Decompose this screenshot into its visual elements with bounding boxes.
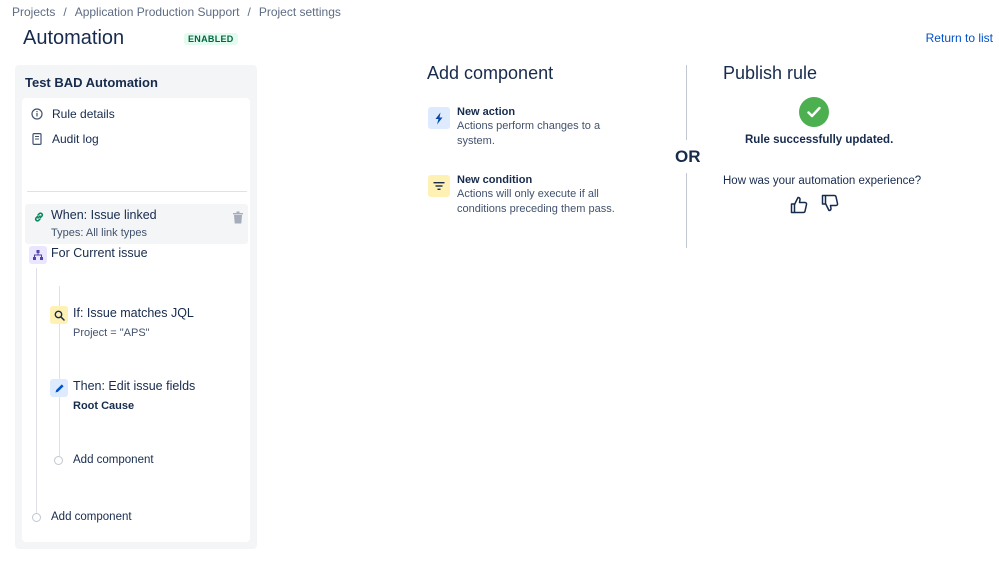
trigger-title: When: Issue linked (51, 208, 157, 222)
rule-details-label: Rule details (52, 107, 115, 121)
feedback-question: How was your automation experience? (723, 175, 922, 187)
rule-details-item[interactable]: Rule details (30, 107, 115, 121)
publish-rule-title: Publish rule (723, 63, 818, 83)
page-title: Automation (23, 27, 125, 49)
rule-name: Test BAD Automation (25, 75, 158, 90)
return-to-list-link[interactable]: Return to list (926, 31, 993, 45)
rule-card: Rule details Audit log When: Issue linke… (22, 98, 250, 542)
breadcrumb-project-settings[interactable]: Project settings (259, 5, 341, 19)
new-action-title: New action (457, 106, 516, 118)
lightning-icon (428, 107, 450, 129)
trash-icon[interactable] (229, 208, 247, 226)
breadcrumb-projects[interactable]: Projects (12, 5, 55, 19)
breadcrumb-separator: / (63, 5, 67, 19)
filter-icon (428, 175, 450, 197)
rule-panel: Test BAD Automation Rule details Audit l… (15, 65, 257, 549)
audit-log-item[interactable]: Audit log (30, 132, 99, 146)
breadcrumb-project[interactable]: Application Production Support (75, 5, 240, 19)
success-message: Rule successfully updated. (745, 134, 894, 146)
document-icon (30, 132, 44, 146)
add-component-outer-link[interactable]: Add component (51, 511, 132, 523)
divider (27, 191, 247, 192)
search-icon (50, 306, 68, 324)
thumbs-down-icon[interactable] (820, 193, 840, 213)
hierarchy-icon (29, 246, 47, 264)
condition-title[interactable]: If: Issue matches JQL (73, 306, 194, 320)
add-component-inner-link[interactable]: Add component (73, 454, 154, 466)
trigger-subtitle: Types: All link types (51, 227, 147, 239)
condition-subtitle: Project = "APS" (73, 327, 150, 339)
or-label: OR (675, 147, 701, 166)
add-component-title: Add component (427, 63, 554, 83)
link-icon (30, 208, 48, 226)
or-divider-line (686, 173, 687, 248)
breadcrumb-separator: / (247, 5, 251, 19)
add-component-dot (32, 513, 41, 522)
add-component-dot (54, 456, 63, 465)
status-badge: ENABLED (184, 33, 238, 45)
branch-title[interactable]: For Current issue (51, 246, 148, 260)
checkmark-icon (799, 97, 829, 127)
new-action-description: Actions perform changes to a system. (457, 120, 601, 147)
audit-log-label: Audit log (52, 132, 99, 146)
trigger-component[interactable]: When: Issue linked Types: All link types (25, 204, 248, 244)
pencil-icon (50, 379, 68, 397)
new-condition-description: Actions will only execute if all conditi… (457, 188, 615, 215)
breadcrumb: Projects / Application Production Suppor… (12, 5, 341, 19)
flow-line (36, 268, 37, 518)
new-condition-title: New condition (457, 174, 533, 186)
info-icon (30, 107, 44, 121)
thumbs-up-icon[interactable] (789, 195, 809, 215)
or-divider-line (686, 65, 687, 140)
action-subtitle: Root Cause (73, 400, 135, 412)
action-title[interactable]: Then: Edit issue fields (73, 379, 195, 393)
